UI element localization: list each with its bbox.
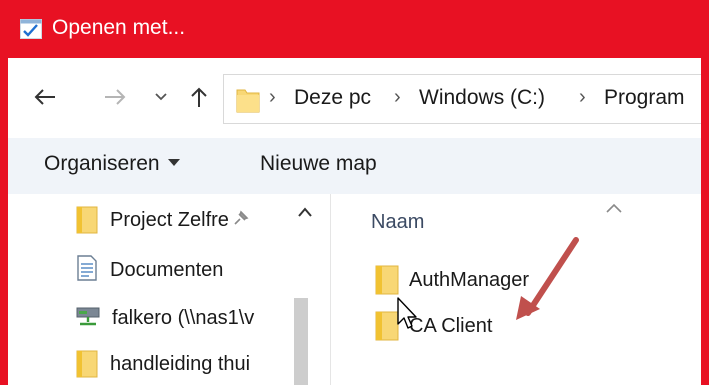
command-toolbar: Organiseren Nieuwe map	[8, 138, 701, 194]
breadcrumb-program[interactable]: Program	[604, 86, 685, 110]
folder-icon	[375, 311, 399, 341]
folder-icon	[236, 87, 260, 113]
openwith-app-icon	[20, 19, 42, 39]
scrollbar-thumb[interactable]	[294, 298, 308, 385]
folder-icon	[76, 206, 98, 234]
column-header-name[interactable]: Naam	[371, 211, 424, 234]
navigation-bar: › Deze pc › Windows (C:) › Program	[8, 58, 701, 138]
nav-item-handleiding[interactable]: handleiding thui	[76, 344, 250, 384]
breadcrumb-separator-icon: ›	[579, 86, 586, 108]
nav-item-project-zelfre[interactable]: Project Zelfre	[76, 200, 251, 240]
back-arrow-icon[interactable]	[30, 82, 60, 112]
pin-icon[interactable]	[233, 210, 251, 231]
up-arrow-icon[interactable]	[184, 82, 214, 112]
list-item[interactable]: CA Client	[375, 306, 492, 346]
window-title: Openen met...	[52, 16, 186, 39]
nav-item-label: Documenten	[110, 258, 224, 281]
folder-icon	[375, 265, 399, 295]
breadcrumb-separator-icon: ›	[269, 86, 276, 108]
organize-label: Organiseren	[44, 152, 160, 175]
nav-item-label: Project Zelfre	[110, 208, 229, 231]
breadcrumb-separator-icon: ›	[394, 86, 401, 108]
forward-arrow-icon[interactable]	[100, 82, 130, 112]
nav-item-label: falkero (\\nas1\v	[112, 306, 255, 329]
folder-icon	[76, 350, 98, 378]
file-list-pane: Naam AuthManager CA Client	[331, 194, 701, 385]
nav-item-label: handleiding thui	[110, 352, 251, 375]
title-bar[interactable]: Openen met...	[8, 0, 701, 58]
file-item-label: AuthManager	[409, 268, 530, 291]
navigation-pane: Project Zelfre Documenten falkero (\\nas…	[8, 194, 331, 385]
new-folder-button[interactable]: Nieuwe map	[260, 152, 377, 176]
dropdown-caret-icon	[167, 158, 180, 166]
documents-icon	[76, 254, 98, 286]
list-item[interactable]: AuthManager	[375, 260, 529, 300]
sort-ascending-icon	[606, 200, 622, 218]
chevron-down-icon[interactable]	[146, 82, 176, 112]
nav-item-falkero-network[interactable]: falkero (\\nas1\v	[76, 298, 254, 338]
nav-item-documenten[interactable]: Documenten	[76, 250, 223, 290]
breadcrumb-windows-c[interactable]: Windows (C:)	[419, 86, 545, 110]
open-with-dialog: Openen met... › Deze pc › Windows (C:) ›…	[0, 0, 709, 385]
scroll-up-icon[interactable]	[298, 204, 312, 222]
breadcrumb-deze-pc[interactable]: Deze pc	[294, 86, 371, 110]
mouse-cursor-icon	[397, 297, 417, 329]
organize-button[interactable]: Organiseren	[44, 152, 180, 176]
address-bar[interactable]: › Deze pc › Windows (C:) › Program	[223, 74, 701, 124]
network-drive-icon	[76, 305, 100, 332]
